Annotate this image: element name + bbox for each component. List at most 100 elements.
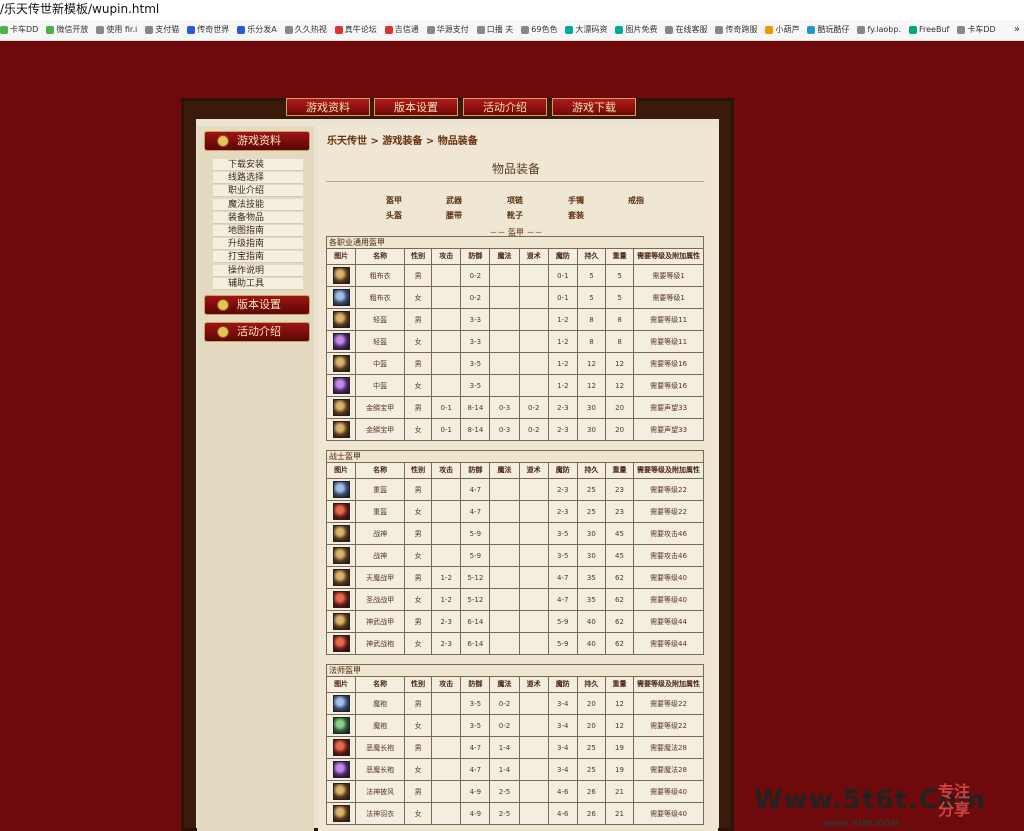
bookmark-item[interactable]: 在线客服 [665,20,707,40]
table-cell: 62 [604,566,635,589]
bookmark-item[interactable]: fy.laobp. [857,20,901,40]
sidebar-item[interactable]: 操作说明 [213,264,303,277]
bookmark-item[interactable]: 吉信通 [384,20,419,40]
table-cell: 5-12 [460,566,491,589]
bookmark-item[interactable]: 真牛论坛 [334,20,377,40]
category-link[interactable]: 靴子 [507,210,523,221]
table-cell: 需要等级44 [633,610,704,633]
sidebar-item[interactable]: 线路选择 [213,172,303,185]
bookmark-item[interactable]: 卡车DD [0,20,38,40]
table-cell: 8-14 [460,418,491,441]
bookmark-label: 卡车DD [967,25,996,34]
item-image [332,569,350,586]
item-image [332,355,350,372]
bookmark-item[interactable]: 使用 fir.i [96,20,137,40]
table-cell: 需要等级22 [633,714,704,737]
table-cell: 12 [604,692,635,715]
bookmark-item[interactable]: 图片免费 [615,20,657,40]
category-link[interactable]: 戒指 [628,195,644,206]
table-cell: 2-3 [547,478,578,501]
item-image-cell [325,308,357,331]
bookmark-item[interactable]: 69色色 [521,20,557,40]
category-link[interactable]: 腰带 [446,210,462,221]
bookmark-item[interactable]: 乐分发A [237,20,277,40]
column-header: 攻击 [431,676,462,693]
bookmark-label: 支付猫 [155,25,180,34]
table-cell: 1-2 [431,588,462,611]
table-row: 重盔男 4-7 2-3 25 23 需要等级22 [325,478,704,501]
sidebar-item[interactable]: 地图指南 [213,225,303,237]
table-cell: 男 [404,780,433,803]
sidebar-item[interactable]: 职业介绍 [213,185,303,198]
bookmark-item[interactable]: 微信开放 [46,20,88,40]
column-header: 性别 [404,248,433,265]
breadcrumb-home[interactable]: 乐天传世 [327,136,367,147]
bookmark-item[interactable]: 口播 夫 [476,20,513,40]
table-cell: 中盔 [355,352,406,375]
category-link[interactable]: 盔甲 [386,195,402,206]
item-image-cell [325,330,357,353]
item-image-cell [325,692,357,715]
table-cell: 6-14 [460,610,491,633]
item-image-cell [325,286,357,309]
sidebar-head-events[interactable]: 活动介绍 [204,322,310,342]
bookmark-item[interactable]: 支付猫 [145,20,179,40]
sidebar-item[interactable]: 打宝指南 [213,251,303,264]
bookmark-icon [665,25,674,34]
table-cell: 女 [404,286,433,309]
bookmark-icon [426,25,435,34]
bookmark-item[interactable]: 传奇世界 [187,20,229,40]
item-image [332,739,350,756]
bookmark-item[interactable]: 酷玩酷仔 [807,20,849,40]
table-cell: 6-14 [460,632,491,655]
nav-tab-events[interactable]: 活动介绍 [463,98,547,116]
table-cell [431,330,462,353]
address-bar[interactable]: /乐天传世新模板/wupin.html [0,0,1024,20]
bookmark-item[interactable]: 大漂码资 [565,20,607,40]
table-cell [431,352,462,375]
nav-tab-version[interactable]: 版本设置 [374,98,458,116]
table-cell: 5-9 [460,522,491,545]
bookmark-icon [957,25,966,34]
category-link[interactable]: 套装 [568,210,584,221]
sidebar-item[interactable]: 辅助工具 [213,277,303,290]
nav-tab-game-info[interactable]: 游戏资料 [286,98,370,116]
table-cell [431,780,462,803]
column-header: 需要等级及附加属性 [633,248,704,265]
table-cell: 4-7 [460,736,491,759]
table-cell [489,330,520,353]
table-cell: 62 [604,588,635,611]
sidebar-item[interactable]: 升级指南 [213,238,303,251]
nav-tab-download[interactable]: 游戏下载 [552,98,636,116]
table-cell: 女 [404,418,433,441]
sidebar-head-version[interactable]: 版本设置 [204,295,310,315]
item-image-cell [325,610,357,633]
table-cell [518,714,549,737]
column-header: 魔防 [547,248,578,265]
bookmarks-more-icon[interactable]: » [1014,20,1020,40]
table-cell: 8-14 [460,396,491,419]
sidebar-item[interactable]: 魔法技能 [213,198,303,211]
table-cell [518,308,549,331]
sidebar-head-game-info[interactable]: 游戏资料 [204,131,310,151]
category-link[interactable]: 项链 [507,195,523,206]
table-row: 中盔女 3-5 1-2 12 12 需要等级16 [325,374,704,397]
table-cell: 男 [404,610,433,633]
bookmark-item[interactable]: 小葫芦 [765,20,799,40]
sidebar-item[interactable]: 下载安装 [213,159,303,171]
table-cell [518,588,549,611]
sidebar-item[interactable]: 装备物品 [213,211,303,224]
category-link[interactable]: 头盔 [386,210,402,221]
bookmark-item[interactable]: 久久热视 [284,20,327,40]
bookmark-item[interactable]: FreeBuf [908,20,949,40]
table-cell [431,692,462,715]
table-cell [518,758,549,781]
category-link[interactable]: 武器 [446,195,462,206]
bookmark-item[interactable]: 卡车DD [957,20,996,40]
table-cell [489,374,520,397]
category-link[interactable]: 手镯 [568,195,584,206]
bookmark-item[interactable]: 传奇跨服 [715,20,757,40]
breadcrumb-level1[interactable]: 游戏装备 [382,136,422,147]
bookmark-item[interactable]: 华源支付 [426,20,469,40]
table-row: 圣战战甲女 1-2 5-12 4-7 35 62 需要等级40 [325,588,704,611]
